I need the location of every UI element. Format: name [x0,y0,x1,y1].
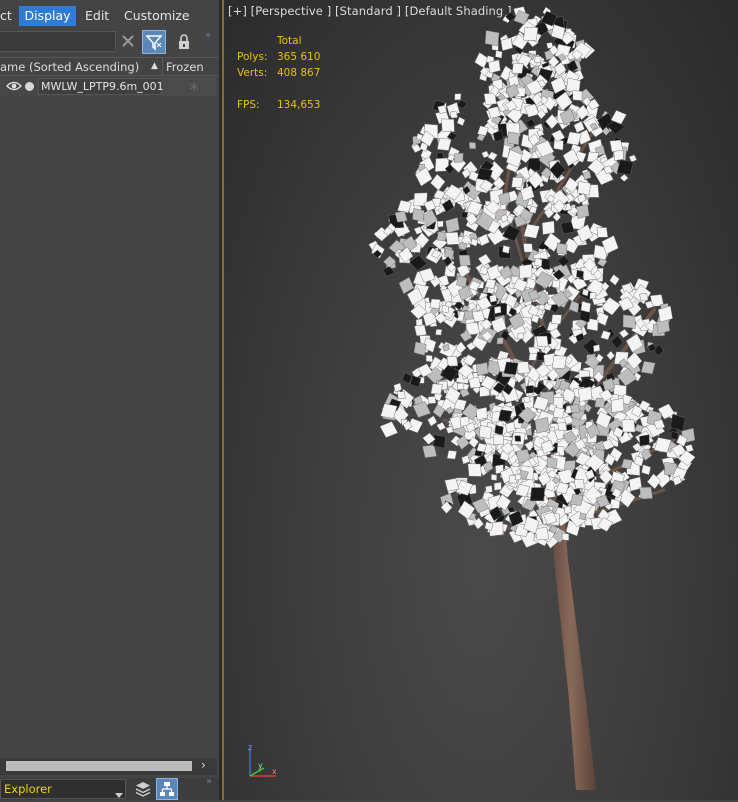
leaf [446,450,457,460]
leaf [435,329,443,336]
axis-y-label: y [258,761,263,770]
explorer-selector[interactable]: Explorer [0,779,126,799]
layers-icon[interactable] [134,780,152,801]
eye-icon[interactable] [6,80,22,95]
tree-model[interactable] [224,0,738,800]
axis-z-label: z [248,744,252,752]
object-name: MWLW_LPTP9.6m_001 [41,80,164,93]
axis-x-label: x [272,767,277,776]
chevron-right-icon[interactable]: › [201,758,206,772]
leaf [427,415,438,427]
render-dot-icon[interactable] [24,81,35,95]
leaf [430,173,446,191]
column-divider [162,58,163,76]
menu-bar: ct Display Edit Customize [0,0,219,30]
menu-edit[interactable]: Edit [85,6,113,26]
leaf [469,142,476,150]
filter-icon[interactable] [142,30,166,54]
explorer-selector-label: Explorer [4,782,52,796]
table-row[interactable]: MWLW_LPTP9.6m_001 [0,77,219,96]
leaf [436,422,447,431]
search-toolbar: » [0,30,219,56]
snowflake-icon[interactable] [163,77,216,96]
chevron-double-right-icon[interactable]: » [206,776,212,787]
column-header: ame (Sorted Ascending) ▲ Frozen [0,57,219,76]
leaf [609,274,620,286]
lock-icon[interactable] [177,34,191,53]
foliage [368,6,696,549]
chevron-double-right-icon[interactable]: » [205,30,211,41]
close-icon[interactable] [120,33,136,52]
scrollbar-thumb[interactable] [6,761,192,771]
perspective-viewport[interactable]: [+] [Perspective ] [Standard ] [Default … [224,0,738,800]
hierarchy-icon[interactable] [156,778,178,800]
leaf [379,421,399,438]
leaf [606,350,615,361]
explorer-footer: Explorer » [0,776,219,801]
axis-gizmo: z x y [248,744,277,777]
sort-ascending-icon: ▲ [151,61,158,71]
menu-customize[interactable]: Customize [124,6,190,26]
column-name-header[interactable]: ame (Sorted Ascending) [0,60,139,74]
leaf [487,151,498,161]
leaf [619,173,629,182]
scene-explorer-panel: ct Display Edit Customize » ame (Sorted … [0,0,219,800]
column-frozen-header[interactable]: Frozen [166,60,204,74]
horizontal-scrollbar[interactable]: › [0,758,217,775]
menu-select[interactable]: ct [0,6,14,26]
leaf [618,328,630,339]
menu-display[interactable]: Display [19,6,76,26]
chevron-down-icon [115,787,123,801]
search-input[interactable] [0,31,116,52]
leaf [610,335,624,349]
